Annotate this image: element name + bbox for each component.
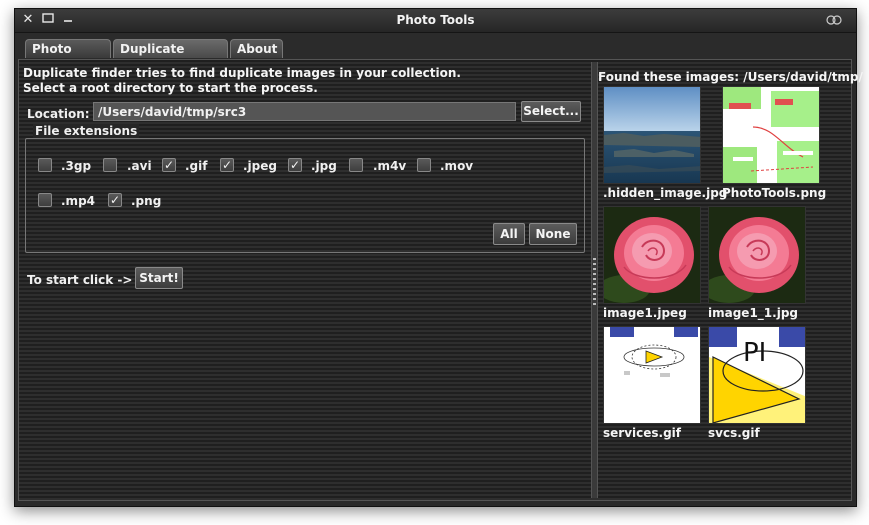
- start-button[interactable]: Start!: [135, 267, 183, 289]
- window-menu-icon[interactable]: [826, 13, 842, 27]
- thumbnail-label-svcs-gif: svcs.gif: [708, 426, 760, 440]
- checkbox-gif[interactable]: ✓: [162, 158, 176, 172]
- thumbnail-label-image1-1-jpg: image1_1.jpg: [708, 306, 798, 320]
- results-pane: Found these images: /Users/david/tmp/ .h…: [598, 62, 863, 498]
- split-pane-divider[interactable]: [591, 62, 598, 498]
- title-bar: ✕ Photo Tools: [15, 9, 856, 33]
- thumbnail-svcs-gif[interactable]: PI: [708, 326, 806, 424]
- thumbnail-image1-1-jpg[interactable]: [708, 206, 806, 304]
- extension-label-avi: .avi: [127, 159, 152, 173]
- checkbox-jpeg[interactable]: ✓: [220, 158, 234, 172]
- app-window: ✕ Photo Tools Photo Copy Duplicate Finde…: [14, 8, 863, 507]
- start-label: To start click ->: [27, 273, 133, 287]
- checkbox-m4v[interactable]: [349, 158, 363, 172]
- found-images-label: Found these images: /Users/david/tmp/: [598, 70, 863, 84]
- settings-pane: Duplicate finder tries to find duplicate…: [21, 62, 590, 498]
- thumbnail-services-gif[interactable]: [603, 326, 701, 424]
- extension-label-png: .png: [131, 194, 162, 208]
- thumbnail-label-phototools: PhotoTools.png: [722, 186, 827, 200]
- checkbox-png[interactable]: ✓: [108, 193, 122, 207]
- checkbox-mp4[interactable]: [38, 193, 52, 207]
- extension-label-gif: .gif: [185, 159, 208, 173]
- select-all-button[interactable]: All: [493, 223, 525, 245]
- extension-label-3gp: .3gp: [61, 159, 92, 173]
- checkbox-3gp[interactable]: [38, 158, 52, 172]
- thumbnail-image1-jpeg[interactable]: [603, 206, 701, 304]
- intro-text: Duplicate finder tries to find duplicate…: [23, 66, 461, 96]
- location-label: Location:: [27, 107, 90, 121]
- thumbnail-hidden-image[interactable]: [603, 86, 701, 184]
- extension-label-mp4: .mp4: [61, 194, 96, 208]
- select-button[interactable]: Select...: [521, 101, 581, 122]
- window-title: Photo Tools: [396, 13, 475, 27]
- tab-photo-copy[interactable]: Photo Copy: [25, 39, 111, 75]
- file-extensions-legend: File extensions: [33, 124, 140, 138]
- svg-text:PI: PI: [743, 338, 766, 368]
- checkbox-avi[interactable]: [103, 158, 117, 172]
- thumbnail-label-services-gif: services.gif: [603, 426, 682, 440]
- tab-bar: Photo Copy Duplicate Finder About: [15, 33, 856, 75]
- extension-label-mov: .mov: [440, 159, 474, 173]
- thumbnail-label-image1-jpeg: image1.jpeg: [603, 306, 687, 320]
- checkbox-jpg[interactable]: ✓: [288, 158, 302, 172]
- extension-label-m4v: .m4v: [373, 159, 407, 173]
- location-input[interactable]: [93, 102, 516, 121]
- thumbnail-phototools[interactable]: [722, 86, 820, 184]
- extension-label-jpeg: .jpeg: [243, 159, 277, 173]
- tab-duplicate-finder[interactable]: Duplicate Finder: [113, 39, 228, 75]
- thumbnail-label-hidden-image: .hidden_image.jpg: [603, 186, 728, 200]
- checkbox-mov[interactable]: [417, 158, 431, 172]
- select-none-button[interactable]: None: [529, 223, 577, 245]
- intro-line-1: Duplicate finder tries to find duplicate…: [23, 66, 461, 80]
- tab-about[interactable]: About: [230, 39, 283, 58]
- extension-label-jpg: .jpg: [311, 159, 337, 173]
- duplicate-finder-panel: Duplicate finder tries to find duplicate…: [18, 59, 863, 501]
- intro-line-2: Select a root directory to start the pro…: [23, 81, 318, 95]
